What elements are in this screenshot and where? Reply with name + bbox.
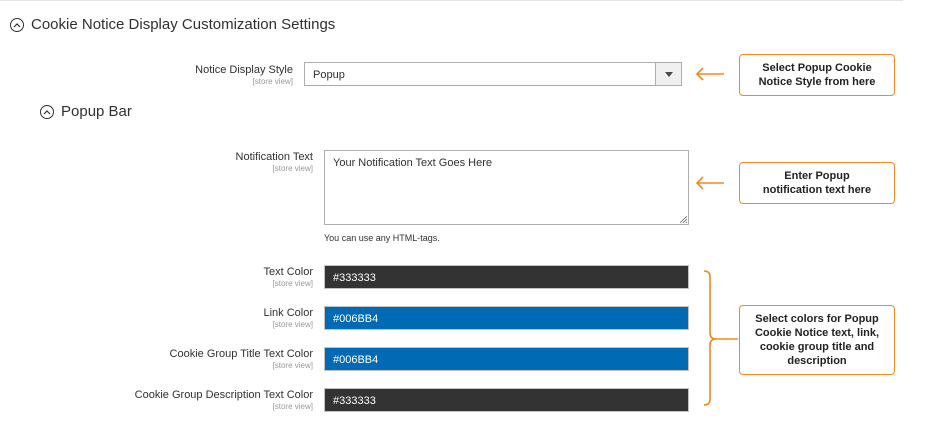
popup-bar-title: Popup Bar bbox=[61, 103, 132, 120]
notification-text-input[interactable]: Your Notification Text Goes Here bbox=[324, 150, 689, 225]
callout-colors: Select colors for Popup Cookie Notice te… bbox=[739, 305, 895, 375]
color-value: #333333 bbox=[333, 272, 376, 284]
color-value: #006BB4 bbox=[333, 313, 379, 325]
bracket-icon bbox=[703, 270, 738, 406]
section-title: Cookie Notice Display Customization Sett… bbox=[31, 16, 336, 33]
group-description-color-label: Cookie Group Description Text Color [sto… bbox=[134, 389, 313, 411]
scope-hint: [store view] bbox=[272, 279, 313, 288]
arrow-left-icon bbox=[695, 67, 724, 81]
scope-hint: [store view] bbox=[272, 164, 313, 173]
select-value: Popup bbox=[313, 69, 345, 81]
callout-notification-text: Enter Popup notification text here bbox=[739, 162, 895, 204]
callout-style: Select Popup Cookie Notice Style from he… bbox=[739, 54, 895, 96]
notice-display-style-label: Notice Display Style [store view] bbox=[195, 64, 293, 86]
popup-bar-header[interactable]: Popup Bar bbox=[40, 103, 132, 120]
link-color-label: Link Color [store view] bbox=[263, 307, 313, 329]
html-tags-note: You can use any HTML-tags. bbox=[324, 233, 440, 243]
top-divider bbox=[0, 0, 903, 1]
scope-hint: [store view] bbox=[252, 77, 293, 86]
color-value: #333333 bbox=[333, 395, 376, 407]
chevron-down-icon[interactable] bbox=[655, 63, 681, 85]
group-description-color-input[interactable]: #333333 bbox=[324, 388, 689, 412]
group-title-color-input[interactable]: #006BB4 bbox=[324, 347, 689, 371]
resize-grip-icon[interactable] bbox=[679, 215, 687, 223]
color-value: #006BB4 bbox=[333, 354, 379, 366]
link-color-input[interactable]: #006BB4 bbox=[324, 306, 689, 330]
scope-hint: [store view] bbox=[272, 402, 313, 411]
text-color-label: Text Color [store view] bbox=[263, 266, 313, 288]
arrow-left-icon bbox=[695, 176, 724, 190]
text-color-input[interactable]: #333333 bbox=[324, 265, 689, 289]
section-header[interactable]: Cookie Notice Display Customization Sett… bbox=[10, 16, 335, 33]
notification-text-label: Notification Text [store view] bbox=[235, 151, 313, 173]
scope-hint: [store view] bbox=[272, 361, 313, 370]
group-title-color-label: Cookie Group Title Text Color [store vie… bbox=[169, 348, 313, 370]
scope-hint: [store view] bbox=[272, 320, 313, 329]
notice-display-style-select[interactable]: Popup bbox=[304, 62, 682, 86]
textarea-value: Your Notification Text Goes Here bbox=[333, 157, 492, 169]
collapse-icon[interactable] bbox=[40, 104, 54, 119]
collapse-icon[interactable] bbox=[10, 17, 24, 32]
